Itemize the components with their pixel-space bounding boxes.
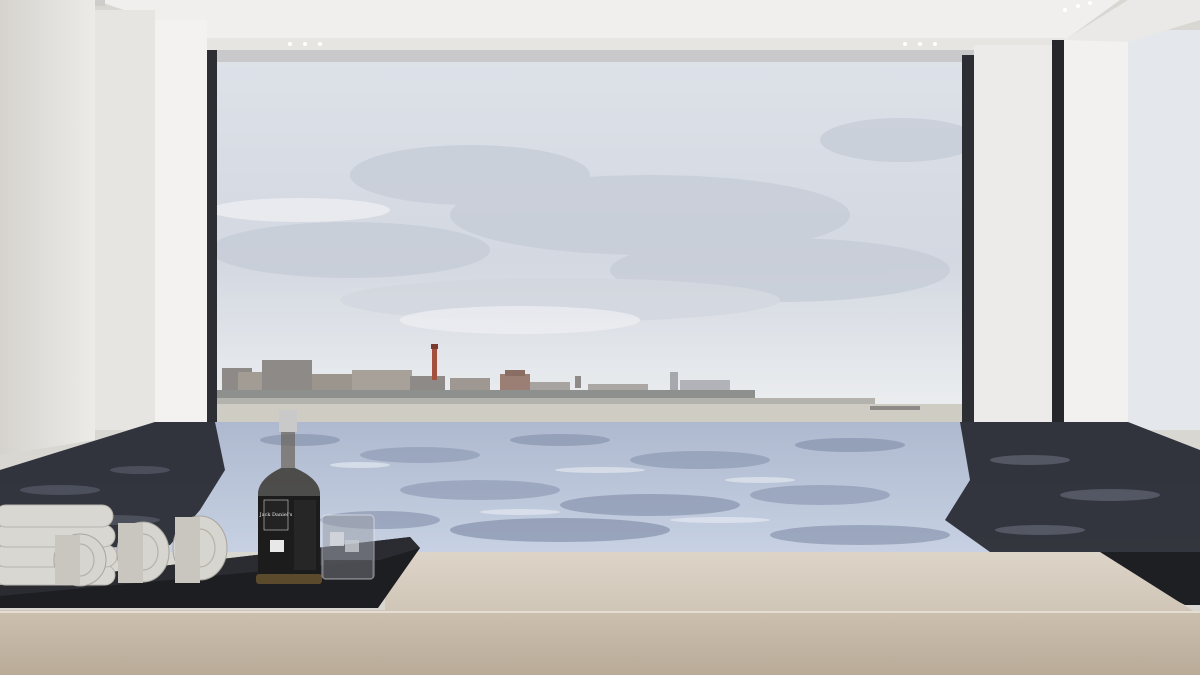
counter-front: [0, 612, 1200, 675]
right-sky: [1128, 30, 1200, 430]
right-pillar-2: [1064, 40, 1128, 435]
bathroom-scene: Jack Daniel's: [0, 0, 1200, 675]
left-pillar-face: [155, 20, 207, 425]
window-frame-far: [1052, 40, 1064, 425]
lighthouse: [431, 344, 438, 380]
window-frame-right: [962, 55, 974, 425]
left-pillar: [95, 10, 155, 430]
whiskey-glass: [321, 514, 375, 580]
left-wall: [0, 0, 95, 455]
window-frame-left: [207, 50, 217, 425]
scene-illustration: Jack Daniel's: [0, 0, 1200, 675]
pier: [870, 406, 920, 410]
bottle-label-text: Jack Daniel's: [259, 512, 293, 518]
ceiling: [95, 0, 1120, 40]
window-top-frame: [215, 50, 975, 62]
beach: [215, 404, 975, 422]
right-pillar: [974, 45, 1052, 425]
